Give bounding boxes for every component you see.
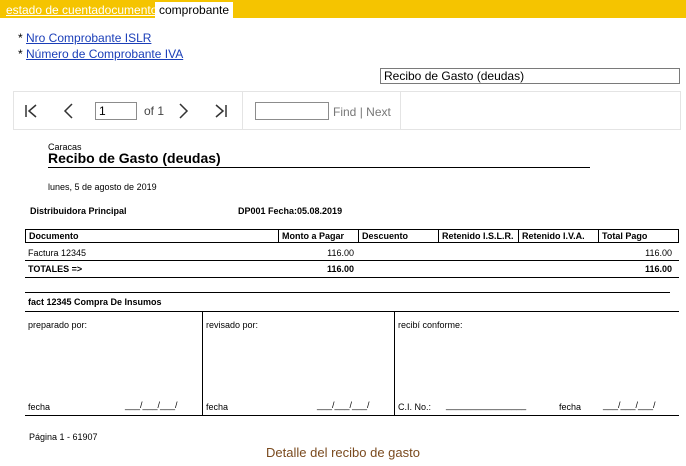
company-name: Distribuidora Principal [30, 206, 127, 216]
previous-page-icon[interactable] [62, 103, 74, 119]
row-documento: Factura 12345 [28, 248, 87, 258]
ci-blank: ________________ [446, 400, 527, 410]
tab-documento[interactable]: documento [98, 3, 157, 17]
page-footer: Página 1 - 61907 [29, 432, 98, 442]
report-select[interactable]: Recibo de Gasto (deudas) [380, 68, 680, 84]
signature-divider [202, 312, 203, 416]
tab-estado-de-cuenta[interactable]: estado de cuenta [6, 3, 98, 17]
figure-caption: Detalle del recibo de gasto [266, 445, 420, 460]
totals-separator [25, 260, 679, 261]
find-input[interactable] [255, 102, 329, 120]
link-numero-comprobante-iva[interactable]: Número de Comprobante IVA [26, 47, 183, 61]
column-header: Documento [29, 231, 79, 241]
ci-label: C.I. No.: [398, 402, 432, 412]
payment-table-header: Documento Monto a Pagar Descuento Reteni… [25, 229, 679, 243]
find-separator: | [359, 105, 363, 119]
date-blank: ___/___/___/ [603, 400, 656, 410]
title-underline [48, 167, 590, 168]
page-count-label: of 1 [144, 104, 165, 118]
report-page: Caracas Recibo de Gasto (deudas) lunes, … [0, 130, 686, 442]
report-date: lunes, 5 de agosto de 2019 [48, 182, 157, 192]
next-link[interactable]: Next [366, 105, 391, 119]
link-nro-comprobante-islr[interactable]: Nro Comprobante ISLR [26, 31, 151, 45]
totals-monto: 116.00 [326, 264, 354, 274]
concept-separator [25, 292, 670, 293]
report-title: Recibo de Gasto (deudas) [48, 150, 221, 166]
prepared-by-label: preparado por: [28, 320, 88, 330]
totals-label: TOTALES => [28, 264, 83, 274]
toolbar-divider [400, 92, 401, 129]
signature-divider [394, 312, 395, 416]
toolbar-divider [242, 92, 243, 129]
bullet-star: * [18, 31, 23, 45]
date-label: fecha [559, 402, 582, 412]
signature-box: preparado por: revisado por: recibí conf… [25, 311, 679, 416]
bullet-star: * [18, 47, 23, 61]
column-header: Retenido I.V.A. [518, 230, 598, 242]
document-links: * Nro Comprobante ISLR * Número de Compr… [18, 30, 183, 62]
column-header: Descuento [358, 230, 438, 242]
last-page-icon[interactable] [214, 103, 228, 119]
find-next-controls: Find | Next [333, 105, 391, 119]
find-link[interactable]: Find [333, 105, 356, 119]
date-label: fecha [28, 402, 51, 412]
link-row: * Número de Comprobante IVA [18, 46, 183, 62]
first-page-icon[interactable] [24, 103, 38, 119]
totals-total: 116.00 [644, 264, 672, 274]
date-blank: ___/___/___/ [125, 400, 178, 410]
row-monto: 116.00 [327, 248, 354, 258]
next-page-icon[interactable] [178, 103, 190, 119]
tab-comprobante[interactable]: comprobante [155, 2, 234, 18]
link-row: * Nro Comprobante ISLR [18, 30, 183, 46]
reviewed-by-label: revisado por: [206, 320, 259, 330]
column-header: Monto a Pagar [278, 230, 358, 242]
column-header: Total Pago [598, 230, 678, 242]
document-info: DP001 Fecha:05.08.2019 [238, 206, 343, 216]
concept-text: fact 12345 Compra De Insumos [28, 297, 162, 307]
report-viewer-toolbar: 1 of 1 Find | Next [13, 91, 681, 130]
date-label: fecha [206, 402, 229, 412]
totals-underline [25, 277, 679, 278]
tab-bar: estado de cuenta documento comprobante [0, 0, 686, 18]
row-total: 116.00 [645, 248, 672, 258]
date-blank: ___/___/___/ [317, 400, 370, 410]
column-header: Retenido I.S.L.R. [438, 230, 518, 242]
page-number-input[interactable]: 1 [95, 102, 137, 120]
received-by-label: recibí conforme: [398, 320, 463, 330]
